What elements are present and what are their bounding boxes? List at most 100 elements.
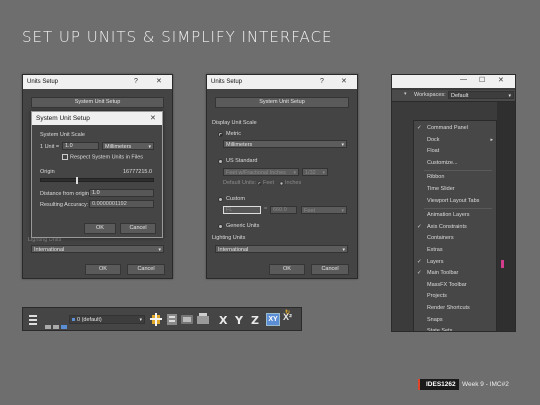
menu-item-axis-constraints[interactable]: ✓ Axis Constraints	[414, 222, 496, 232]
add-layer-icon[interactable]	[150, 313, 162, 331]
ok-button[interactable]: OK	[269, 264, 305, 275]
restrict-xy-button[interactable]: XY	[266, 313, 280, 326]
course-code-badge: IDES1262	[418, 379, 459, 390]
custom-label: Custom	[226, 196, 245, 202]
distance-field[interactable]: 1.0	[89, 189, 154, 197]
close-button[interactable]: ✕	[498, 76, 504, 84]
maximize-button[interactable]: ☐	[479, 76, 485, 84]
feet-radio[interactable]	[257, 181, 262, 186]
feet-label: Feet	[263, 180, 275, 186]
accuracy-label: Resulting Accuracy:	[40, 202, 89, 208]
lighting-units-dropdown[interactable]: International	[31, 245, 164, 254]
menu-item-label: Ribbon	[427, 174, 445, 181]
metric-radio[interactable]	[218, 132, 223, 137]
generic-units-radio[interactable]	[218, 224, 223, 229]
menu-item-projects[interactable]: Projects	[414, 291, 496, 301]
unit-value-field[interactable]: 1.0	[62, 142, 99, 150]
workspace-bar: ▾ Workspaces: Default	[392, 90, 515, 102]
us-standard-dropdown[interactable]: Feet w/Fractional Inches	[223, 168, 299, 177]
menu-item-viewport-layout-tabs[interactable]: Viewport Layout Tabs	[414, 196, 496, 206]
close-button[interactable]: ✕	[156, 75, 162, 89]
menu-item-label: Containers	[427, 235, 454, 242]
menu-item-main-toolbar[interactable]: ✓ Main Toolbar	[414, 268, 496, 278]
scene-explorer-icon[interactable]	[181, 313, 193, 331]
inches-label: Inches	[285, 180, 302, 186]
close-button[interactable]: ✕	[341, 75, 347, 89]
unit-prefix-label: 1 Unit =	[40, 144, 60, 150]
viewport-accent	[501, 260, 504, 268]
menu-item-state-sets[interactable]: State Sets	[414, 326, 496, 332]
dialog-ok-button[interactable]: OK	[84, 223, 116, 234]
menu-item-dock[interactable]: Dock ▸	[414, 135, 496, 145]
custom-unit-dropdown[interactable]: Feet	[301, 206, 347, 215]
restrict-plane-cycle-button[interactable]: X² ↻	[283, 310, 292, 322]
menu-item-label: Time Slider	[427, 186, 455, 192]
origin-slider[interactable]	[40, 177, 154, 184]
layer-toggle-icons[interactable]	[45, 317, 67, 329]
slider-handle[interactable]	[76, 177, 78, 184]
check-icon: ✓	[417, 125, 422, 131]
layers-icon[interactable]	[28, 313, 38, 325]
ok-button[interactable]: OK	[85, 264, 121, 275]
us-fraction-dropdown[interactable]: 1/32	[302, 168, 328, 177]
menu-item-label: Viewport Layout Tabs	[427, 197, 480, 204]
help-button[interactable]: ?	[320, 75, 324, 89]
menu-item-render-shortcuts[interactable]: Render Shortcuts	[414, 303, 496, 313]
menu-item-animation-layers[interactable]: Animation Layers	[414, 210, 496, 220]
custom-value-field[interactable]: 660.0	[270, 206, 297, 214]
week-label: Week 9 - IMC#2	[462, 381, 509, 388]
restrict-x-button[interactable]: X	[219, 314, 227, 327]
dialog-cancel-button[interactable]: Cancel	[120, 223, 156, 234]
lighting-units-label: Lighting Units	[212, 235, 246, 241]
system-unit-setup-button[interactable]: System Unit Setup	[215, 97, 349, 108]
menu-item-label: State Sets	[427, 328, 453, 332]
menu-item-customize[interactable]: Customize...	[414, 158, 496, 168]
origin-label: Origin	[40, 169, 55, 175]
toolbar-context-menu: ✓ Command Panel Dock ▸ Float Customize... Ribb…	[413, 120, 497, 332]
menu-item-command-panel[interactable]: ✓ Command Panel	[414, 123, 496, 133]
titlebar: Units Setup ? ✕	[23, 75, 172, 89]
menu-item-label: Axis Constraints	[427, 223, 467, 230]
dialog-titlebar: System Unit Setup ✕	[32, 112, 162, 125]
inches-radio[interactable]	[279, 181, 284, 186]
respect-units-checkbox[interactable]: Respect System Units in Files	[62, 154, 143, 160]
lighting-units-dropdown[interactable]: International	[215, 245, 348, 254]
cancel-button[interactable]: Cancel	[127, 264, 165, 275]
menu-item-float[interactable]: Float	[414, 146, 496, 156]
system-unit-setup-dialog: System Unit Setup ✕ System Unit Scale 1 …	[31, 111, 163, 238]
window-titlebar: — ☐ ✕	[392, 75, 515, 88]
restrict-y-button[interactable]: Y	[235, 314, 243, 327]
menu-item-label: Main Toolbar	[427, 270, 459, 277]
cancel-button[interactable]: Cancel	[311, 264, 349, 275]
menu-item-label: Snaps	[427, 316, 443, 323]
dialog-close-button[interactable]: ✕	[150, 112, 156, 125]
default-units-label: Default Units:	[223, 180, 257, 186]
menu-item-extras[interactable]: Extras	[414, 245, 496, 255]
metric-dropdown[interactable]: Millimeters	[223, 140, 347, 149]
menu-item-ribbon[interactable]: Ribbon	[414, 172, 496, 182]
scale-label: System Unit Scale	[40, 132, 85, 138]
menu-item-label: Layers	[427, 258, 444, 265]
menu-separator	[424, 170, 492, 172]
workspace-dropdown[interactable]: Default	[448, 91, 514, 100]
layer-color-swatch	[72, 318, 75, 321]
restrict-z-button[interactable]: Z	[251, 314, 259, 327]
dialog-title: System Unit Setup	[36, 115, 90, 122]
check-icon: ✓	[417, 270, 422, 277]
minimize-button[interactable]: —	[460, 76, 467, 83]
menu-item-snaps[interactable]: Snaps	[414, 315, 496, 325]
us-standard-radio[interactable]	[218, 159, 223, 164]
toggle-ribbon-icon[interactable]	[197, 313, 209, 331]
system-unit-setup-button[interactable]: System Unit Setup	[31, 97, 164, 108]
layer-dropdown[interactable]: 0 (default)	[69, 315, 145, 324]
workspace-bar-arrow-icon[interactable]: ▾	[404, 91, 407, 97]
custom-radio[interactable]	[218, 197, 223, 202]
menu-item-containers[interactable]: Containers	[414, 233, 496, 243]
custom-name-field[interactable]: FL	[223, 206, 261, 214]
menu-item-massfx-toolbar[interactable]: MassFX Toolbar	[414, 280, 496, 290]
layer-explorer-icon[interactable]	[166, 313, 178, 331]
menu-item-layers[interactable]: ✓ Layers	[414, 257, 496, 267]
help-button[interactable]: ?	[134, 75, 138, 89]
menu-item-time-slider[interactable]: Time Slider	[414, 184, 496, 194]
unit-dropdown[interactable]: Millimeters	[102, 142, 154, 151]
